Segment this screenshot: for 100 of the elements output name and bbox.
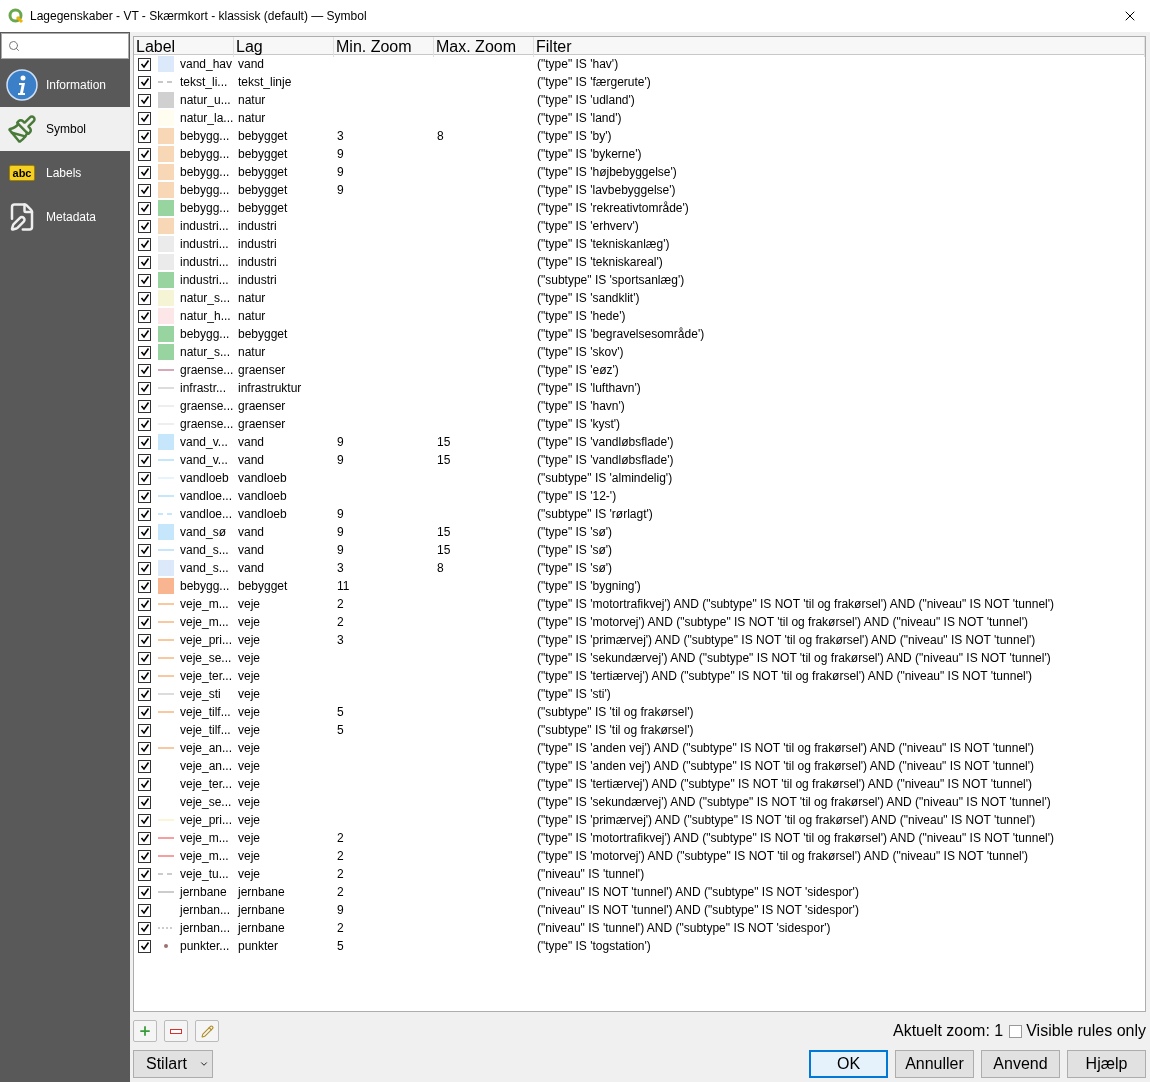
table-cell: ("type" IS 'skov') — [537, 345, 624, 359]
checkbox[interactable] — [138, 219, 151, 233]
checkbox[interactable] — [138, 921, 151, 935]
checkbox-label: Visible rules only — [1026, 1021, 1146, 1042]
checkbox[interactable] — [138, 813, 151, 827]
checkbox[interactable] — [138, 57, 151, 71]
table-cell-text: veje_ter... — [180, 776, 233, 793]
checkbox[interactable] — [138, 471, 151, 485]
table-cell-text: jernban... — [180, 920, 231, 937]
table-cell: bebygget — [238, 147, 288, 161]
checkbox[interactable] — [138, 165, 151, 179]
checkbox[interactable] — [138, 417, 151, 431]
checkbox[interactable] — [138, 291, 151, 305]
table-cell: 8 — [437, 129, 444, 143]
table-cell: 9 — [337, 147, 344, 161]
checkbox[interactable] — [138, 543, 151, 557]
sidebar-item[interactable]: Symbol — [0, 107, 130, 151]
dialog-button[interactable]: OK — [809, 1050, 888, 1078]
checkbox[interactable] — [138, 75, 151, 89]
remove-rule-button[interactable] — [164, 1020, 188, 1043]
checkbox[interactable] — [138, 183, 151, 197]
checkbox[interactable] — [138, 741, 151, 755]
checkbox[interactable] — [138, 237, 151, 251]
table-cell: ("type" IS 'vandløbsflade') — [537, 453, 674, 467]
search-field[interactable] — [1, 33, 129, 59]
checkbox[interactable] — [1009, 1024, 1023, 1038]
table-cell-text: veje_se... — [180, 794, 232, 811]
checkbox[interactable] — [138, 867, 151, 881]
checkbox[interactable] — [138, 453, 151, 467]
table-cell-text: natur_h... — [180, 308, 231, 325]
checkbox[interactable] — [138, 687, 151, 701]
checkbox[interactable] — [138, 939, 151, 953]
checkbox[interactable] — [138, 831, 151, 845]
style-dropdown-button[interactable]: Stilart — [133, 1050, 213, 1078]
table-cell: vand — [238, 543, 265, 557]
checkbox[interactable] — [138, 795, 151, 809]
checkbox[interactable] — [138, 435, 151, 449]
table-cell-text: veje_tilf... — [180, 704, 231, 721]
table-cell-text: natur_s... — [180, 344, 231, 361]
column-header[interactable]: Min. Zoom — [334, 37, 434, 57]
table-cell-text: punkter... — [180, 938, 230, 955]
table-cell: 9 — [337, 903, 344, 917]
edit-rule-button[interactable] — [195, 1020, 219, 1043]
table-cell: bebygget — [238, 201, 288, 215]
dialog-button[interactable]: Anvend — [981, 1050, 1060, 1078]
table-cell: veje — [238, 795, 260, 809]
column-header[interactable]: Lag — [234, 37, 334, 57]
checkbox[interactable] — [138, 273, 151, 287]
table-cell: ("niveau" IS NOT 'tunnel') AND ("subtype" IS NOT 'sidespor') — [537, 885, 859, 899]
column-header[interactable]: Max. Zoom — [434, 37, 534, 57]
table-cell-text: vand_hav — [180, 56, 233, 73]
table-cell: natur — [238, 345, 266, 359]
checkbox[interactable] — [138, 201, 151, 215]
table-cell-text: vand_s... — [180, 542, 229, 559]
column-header[interactable]: Filter — [534, 37, 1145, 57]
checkbox[interactable] — [138, 309, 151, 323]
checkbox[interactable] — [138, 507, 151, 521]
checkbox[interactable] — [138, 705, 151, 719]
add-rule-button[interactable] — [133, 1020, 157, 1043]
checkbox[interactable] — [138, 597, 151, 611]
table-cell: 2 — [337, 849, 344, 863]
checkbox[interactable] — [138, 777, 151, 791]
checkbox[interactable] — [138, 561, 151, 575]
checkbox[interactable] — [138, 129, 151, 143]
checkbox[interactable] — [138, 381, 151, 395]
checkbox[interactable] — [138, 93, 151, 107]
checkbox[interactable] — [138, 363, 151, 377]
checkbox[interactable] — [138, 327, 151, 341]
checkbox[interactable] — [138, 399, 151, 413]
checkbox[interactable] — [138, 345, 151, 359]
table-cell-text: industri... — [180, 218, 229, 235]
checkbox[interactable] — [138, 147, 151, 161]
table-cell: industri — [238, 273, 277, 287]
checkbox[interactable] — [138, 903, 151, 917]
dialog-button[interactable]: Hjælp — [1067, 1050, 1146, 1078]
checkbox[interactable] — [138, 633, 151, 647]
checkbox[interactable] — [138, 651, 151, 665]
label-tag-icon: abc — [8, 165, 36, 181]
checkbox[interactable] — [138, 759, 151, 773]
checkbox[interactable] — [138, 255, 151, 269]
table-cell: ("type" IS 'færgerute') — [537, 75, 651, 89]
table-cell: ("type" IS 'sti') — [537, 687, 611, 701]
table-cell-text: industri... — [180, 254, 229, 271]
checkbox[interactable] — [138, 525, 151, 539]
table-cell: veje — [238, 597, 260, 611]
checkbox[interactable] — [138, 489, 151, 503]
checkbox[interactable] — [138, 849, 151, 863]
table-cell-text: industri... — [180, 272, 229, 289]
checkbox[interactable] — [138, 579, 151, 593]
checkbox[interactable] — [138, 669, 151, 683]
dialog-button[interactable]: Annuller — [895, 1050, 974, 1078]
table-cell: veje — [238, 867, 260, 881]
checkbox[interactable] — [138, 111, 151, 125]
table-cell: vand — [238, 453, 265, 467]
checkbox[interactable] — [138, 615, 151, 629]
checkbox[interactable] — [138, 723, 151, 737]
checkbox[interactable] — [138, 885, 151, 899]
table-cell-text: veje_sti — [180, 686, 221, 703]
table-cell: jernbane — [238, 885, 285, 899]
table-cell: ("type" IS 'land') — [537, 111, 622, 125]
